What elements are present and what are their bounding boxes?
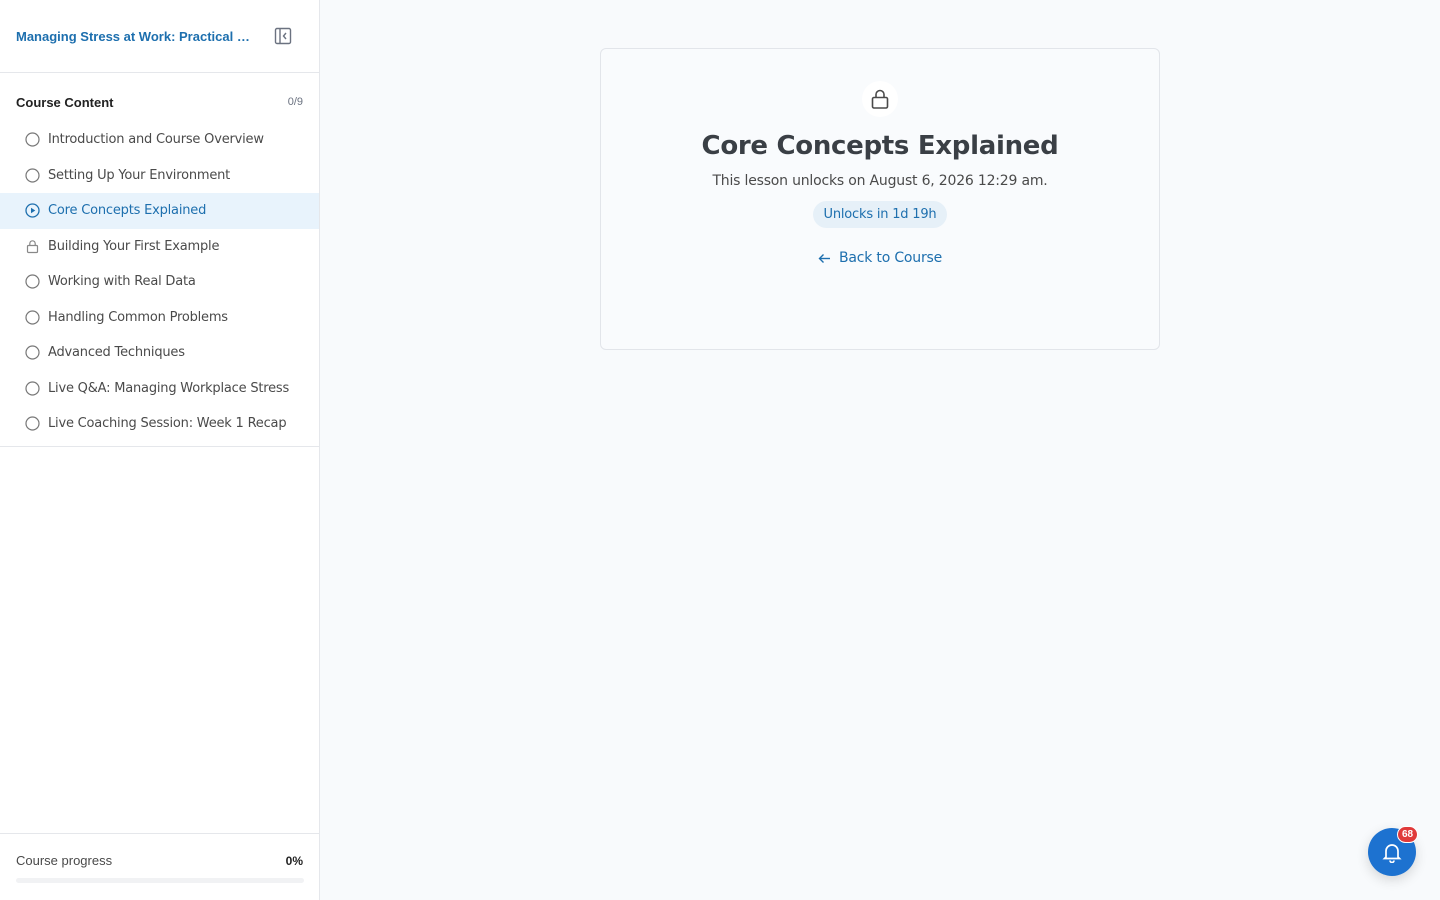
circle-icon xyxy=(24,167,40,183)
course-sidebar: Managing Stress at Work: Practical Techn… xyxy=(0,0,320,900)
lesson-label: Building Your First Example xyxy=(48,238,220,254)
unlock-date-text: This lesson unlocks on August 6, 2026 12… xyxy=(712,173,1048,189)
progress-value: 0% xyxy=(285,853,303,868)
circle-icon xyxy=(24,309,40,325)
lesson-item[interactable]: Advanced Techniques xyxy=(0,335,319,371)
lesson-item[interactable]: Working with Real Data xyxy=(0,264,319,300)
lesson-item[interactable]: Handling Common Problems xyxy=(0,300,319,336)
lesson-label: Core Concepts Explained xyxy=(48,203,207,219)
lesson-label: Setting Up Your Environment xyxy=(48,167,231,183)
circle-icon xyxy=(24,380,40,396)
collapse-sidebar-button[interactable] xyxy=(272,25,294,47)
circle-icon xyxy=(24,132,40,148)
lesson-item[interactable]: Live Q&A: Managing Workplace Stress xyxy=(0,371,319,407)
course-content-header: Course Content 0/9 xyxy=(0,94,319,110)
lesson-label: Live Q&A: Managing Workplace Stress xyxy=(48,380,290,396)
lesson-item[interactable]: Building Your First Example xyxy=(0,229,319,265)
lesson-item[interactable]: Live Coaching Session: Week 1 Recap xyxy=(0,406,319,442)
back-to-course-label: Back to Course xyxy=(838,250,943,266)
play-circle-icon xyxy=(24,203,40,219)
lesson-label: Advanced Techniques xyxy=(48,345,185,361)
lesson-label: Live Coaching Session: Week 1 Recap xyxy=(48,416,287,432)
lesson-label: Introduction and Course Overview xyxy=(48,132,264,148)
course-content-title: Course Content xyxy=(16,94,114,110)
lesson-item[interactable]: Core Concepts Explained xyxy=(0,193,319,229)
progress-label: Course progress xyxy=(16,853,113,868)
lesson-label: Handling Common Problems xyxy=(48,309,228,325)
course-title-link[interactable]: Managing Stress at Work: Practical Techn… xyxy=(16,29,256,44)
lesson-title: Core Concepts Explained xyxy=(701,131,1059,161)
lesson-count: 0/9 xyxy=(287,96,303,108)
sidebar-header: Managing Stress at Work: Practical Techn… xyxy=(0,0,319,73)
notification-count-badge: 68 xyxy=(1397,826,1419,843)
circle-icon xyxy=(24,416,40,432)
circle-icon xyxy=(24,274,40,290)
lock-icon xyxy=(871,89,889,109)
back-to-course-link[interactable]: Back to Course xyxy=(818,250,942,266)
sidebar-collapse-icon xyxy=(274,27,292,45)
lesson-label: Working with Real Data xyxy=(48,274,196,290)
lesson-item[interactable]: Introduction and Course Overview xyxy=(0,122,319,158)
arrow-left-icon xyxy=(818,253,830,263)
lesson-list: Introduction and Course Overview Setting … xyxy=(0,122,319,447)
circle-icon xyxy=(24,345,40,361)
lock-badge xyxy=(862,81,898,117)
unlock-countdown-badge: Unlocks in 1d 19h xyxy=(812,201,948,228)
progress-bar xyxy=(16,878,304,883)
locked-lesson-card: Core Concepts Explained This lesson unlo… xyxy=(600,48,1160,350)
bell-icon xyxy=(1382,844,1402,863)
lock-icon xyxy=(24,238,40,254)
course-progress-section: Course progress 0% xyxy=(0,833,319,900)
lesson-item[interactable]: Setting Up Your Environment xyxy=(0,158,319,194)
